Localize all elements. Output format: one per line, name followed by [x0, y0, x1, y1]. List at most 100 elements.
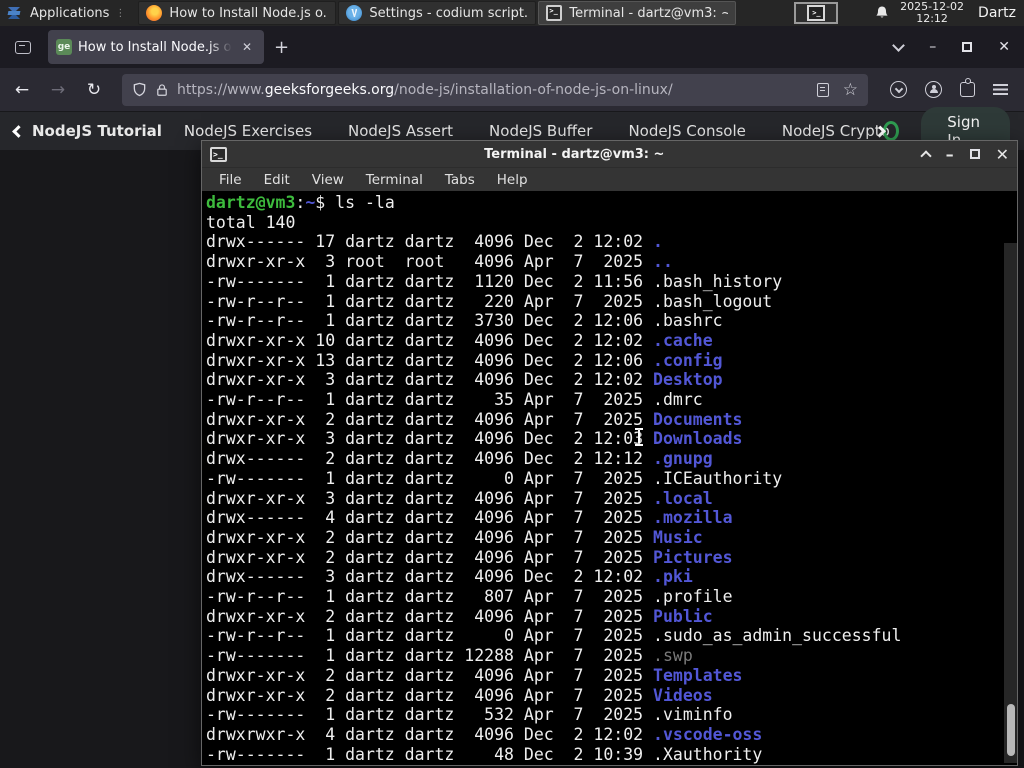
terminal-menu-item[interactable]: Terminal	[357, 170, 432, 190]
site-nav-link-label: NodeJS Console	[628, 122, 746, 140]
prompt-user-host: dartz@vm3	[206, 193, 296, 212]
terminal-app-icon: >_	[210, 146, 227, 162]
reader-mode-icon[interactable]	[816, 82, 829, 97]
terminal-menubar: File Edit View Terminal Tabs Help	[202, 167, 1017, 191]
terminal-listing-row: -rw-r--r-- 1 dartz dartz 0 Apr 7 2025 .s…	[206, 626, 1017, 646]
applications-label: Applications	[30, 5, 110, 21]
terminal-menu-item[interactable]: Help	[488, 170, 537, 190]
terminal-close-button[interactable]: ✕	[996, 145, 1009, 164]
listing-filename: .local	[653, 488, 713, 508]
terminal-menu-item[interactable]: Edit	[255, 170, 299, 190]
listing-meta: drwxrwxr-x 4 dartz dartz 4096 Dec 2 12:0…	[206, 724, 654, 744]
terminal-listing-row: -rw-r--r-- 1 dartz dartz 807 Apr 7 2025 …	[206, 587, 1017, 607]
taskbar-window-button[interactable]: How to Install Node.js o...	[138, 1, 337, 25]
panel-clock[interactable]: 2025-12-02 12:12	[900, 1, 964, 25]
tab-close-icon[interactable]: ✕	[238, 38, 256, 56]
terminal-menu-item[interactable]: Tabs	[436, 170, 484, 190]
workspace-switcher[interactable]: >_	[794, 2, 839, 24]
window-minimize-button[interactable]: –	[929, 39, 936, 55]
terminal-output[interactable]: dartz@vm3:~$ ls -la total 140 drwx------…	[202, 191, 1017, 764]
listing-filename: .cache	[653, 330, 713, 350]
terminal-scrollbar-thumb[interactable]	[1006, 704, 1015, 756]
lock-icon[interactable]	[155, 83, 169, 97]
back-button[interactable]: ←	[6, 74, 38, 106]
terminal-menu-item[interactable]: View	[303, 170, 353, 190]
listing-meta: drwxr-xr-x 10 dartz dartz 4096 Dec 2 12:…	[206, 330, 654, 350]
terminal-listing-row: drwxr-xr-x 2 dartz dartz 4096 Apr 7 2025…	[206, 607, 1017, 627]
firefox-tab-bar: ge How to Install Node.js on ✕ + – ✕	[0, 26, 1024, 68]
taskbar-window-button[interactable]: Settings - codium script...	[338, 1, 537, 25]
url-text: https://www.geeksforgeeks.org/node-js/in…	[177, 82, 809, 98]
panel-username[interactable]: Dartz	[974, 5, 1016, 21]
terminal-listing-row: -rw-r--r-- 1 dartz dartz 3730 Dec 2 12:0…	[206, 311, 1017, 331]
listing-meta: drwx------ 17 dartz dartz 4096 Dec 2 12:…	[206, 232, 654, 252]
listing-filename: .config	[653, 350, 723, 370]
listing-filename: .pki	[653, 567, 693, 587]
terminal-scrollbar[interactable]	[1004, 243, 1017, 763]
terminal-menu-item[interactable]: File	[210, 170, 251, 190]
site-nav-link[interactable]: NodeJS Exercises	[184, 122, 312, 140]
terminal-menu-label: Terminal	[365, 171, 423, 188]
window-shade-button[interactable]	[919, 149, 932, 162]
listing-filename: Videos	[653, 685, 713, 705]
terminal-minimize-button[interactable]: –	[946, 145, 954, 164]
window-close-button[interactable]: ✕	[998, 39, 1010, 55]
list-all-tabs-icon[interactable]	[892, 38, 906, 52]
terminal-menu-label: Tabs	[444, 171, 475, 188]
terminal-listing-row: drwxr-xr-x 3 dartz dartz 4096 Apr 7 2025…	[206, 489, 1017, 509]
address-bar[interactable]: https://www.geeksforgeeks.org/node-js/in…	[122, 73, 868, 106]
window-app-icon	[546, 5, 563, 21]
terminal-menu-label: View	[311, 171, 344, 188]
listing-meta: drwx------ 4 dartz dartz 4096 Apr 7 2025	[206, 508, 654, 528]
reload-button[interactable]: ↻	[78, 74, 110, 106]
terminal-maximize-button[interactable]	[969, 149, 980, 159]
listing-meta: drwxr-xr-x 3 root root 4096 Apr 7 2025	[206, 252, 654, 272]
terminal-listing-row: drwxr-xr-x 3 dartz dartz 4096 Dec 2 12:0…	[206, 370, 1017, 390]
terminal-listing-row: -rw------- 1 dartz dartz 12288 Apr 7 202…	[206, 646, 1017, 666]
window-app-icon	[146, 5, 163, 21]
site-nav-link[interactable]: NodeJS Console	[628, 122, 745, 140]
listing-meta: -rw-r--r-- 1 dartz dartz 3730 Dec 2 12:0…	[206, 311, 654, 331]
account-icon[interactable]	[925, 81, 942, 98]
window-maximize-button[interactable]	[962, 42, 973, 52]
shield-icon[interactable]	[132, 82, 147, 97]
pocket-icon[interactable]	[890, 81, 907, 98]
terminal-listing-row: drwx------ 17 dartz dartz 4096 Dec 2 12:…	[206, 232, 1017, 252]
new-tab-button[interactable]: +	[264, 35, 299, 60]
firefox-view-button[interactable]	[6, 33, 40, 61]
terminal-listing-row: drwxr-xr-x 3 dartz dartz 4096 Dec 2 12:0…	[206, 429, 1017, 449]
window-app-icon	[346, 5, 363, 21]
terminal-listing-row: drwxr-xr-x 2 dartz dartz 4096 Apr 7 2025…	[206, 686, 1017, 706]
terminal-listing-row: -rw------- 1 dartz dartz 1120 Dec 2 11:5…	[206, 272, 1017, 292]
taskbar-window-button[interactable]: Terminal - dartz@vm3: ~	[538, 1, 737, 25]
terminal-listing-row: drwxr-xr-x 13 dartz dartz 4096 Dec 2 12:…	[206, 351, 1017, 371]
nav-back-tutorial[interactable]: NodeJS Tutorial	[12, 122, 162, 140]
applications-menu[interactable]: Applications ⋮	[0, 0, 138, 26]
terminal-menu-label: Edit	[263, 171, 290, 188]
terminal-listing-row: -rw-r--r-- 1 dartz dartz 220 Apr 7 2025 …	[206, 292, 1017, 312]
chevron-left-icon	[12, 124, 25, 138]
listing-meta: drwxr-xr-x 3 dartz dartz 4096 Apr 7 2025	[206, 488, 654, 508]
bookmark-star-icon[interactable]: ☆	[843, 80, 858, 100]
prompt-command: $ ls -la	[315, 193, 395, 212]
app-menu-icon[interactable]	[993, 84, 1008, 95]
extensions-icon[interactable]	[960, 78, 975, 97]
listing-meta: drwxr-xr-x 3 dartz dartz 4096 Dec 2 12:0…	[206, 370, 654, 390]
browser-tab-active[interactable]: ge How to Install Node.js on ✕	[48, 30, 264, 64]
site-nav-link[interactable]: NodeJS Assert	[348, 122, 453, 140]
site-nav-link-label: NodeJS Exercises	[183, 122, 313, 140]
listing-meta: -rw------- 1 dartz dartz 0 Apr 7 2025	[206, 468, 654, 488]
listing-filename: .vscode-oss	[653, 724, 763, 744]
site-nav-link[interactable]: NodeJS Buffer	[489, 122, 592, 140]
listing-filename: Templates	[653, 665, 743, 685]
terminal-titlebar[interactable]: >_ Terminal - dartz@vm3: ~ – ✕	[202, 141, 1017, 167]
listing-meta: drwx------ 2 dartz dartz 4096 Dec 2 12:1…	[206, 449, 654, 469]
terminal-listing-row: -rw------- 1 dartz dartz 48 Dec 2 10:39 …	[206, 745, 1017, 764]
taskbar-window-title: Terminal - dartz@vm3: ~	[569, 5, 729, 21]
terminal-listing-row: drwxr-xr-x 2 dartz dartz 4096 Apr 7 2025…	[206, 548, 1017, 568]
notification-bell-icon[interactable]	[874, 5, 890, 21]
listing-filename: .swp	[653, 646, 693, 666]
listing-meta: drwx------ 3 dartz dartz 4096 Dec 2 12:0…	[206, 567, 654, 587]
listing-meta: drwxr-xr-x 2 dartz dartz 4096 Apr 7 2025	[206, 665, 654, 685]
terminal-title: Terminal - dartz@vm3: ~	[484, 146, 665, 162]
